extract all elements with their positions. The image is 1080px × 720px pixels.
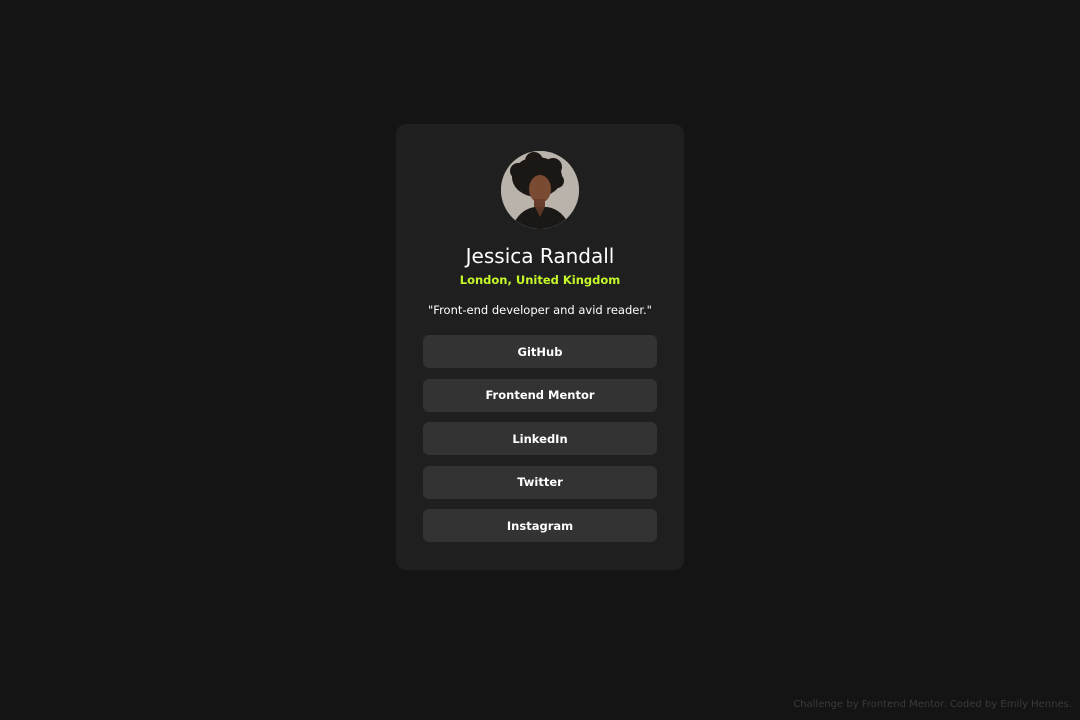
twitter-link-button[interactable]: Twitter	[423, 465, 657, 499]
linkedin-link-button[interactable]: LinkedIn	[423, 422, 657, 455]
social-links: GitHub Frontend Mentor LinkedIn Twitter …	[423, 335, 657, 553]
github-link-button[interactable]: GitHub	[423, 335, 657, 368]
instagram-link-button[interactable]: Instagram	[423, 509, 657, 542]
profile-name: Jessica Randall	[465, 244, 615, 268]
attribution-text: Challenge by Frontend Mentor. Coded by E…	[793, 699, 1072, 710]
avatar	[501, 151, 579, 229]
profile-bio: "Front-end developer and avid reader."	[428, 303, 652, 317]
profile-card: Jessica Randall London, United Kingdom "…	[396, 124, 684, 570]
frontend-mentor-link-button[interactable]: Frontend Mentor	[423, 378, 657, 412]
avatar-photo-icon	[501, 151, 579, 229]
profile-location: London, United Kingdom	[459, 273, 621, 287]
